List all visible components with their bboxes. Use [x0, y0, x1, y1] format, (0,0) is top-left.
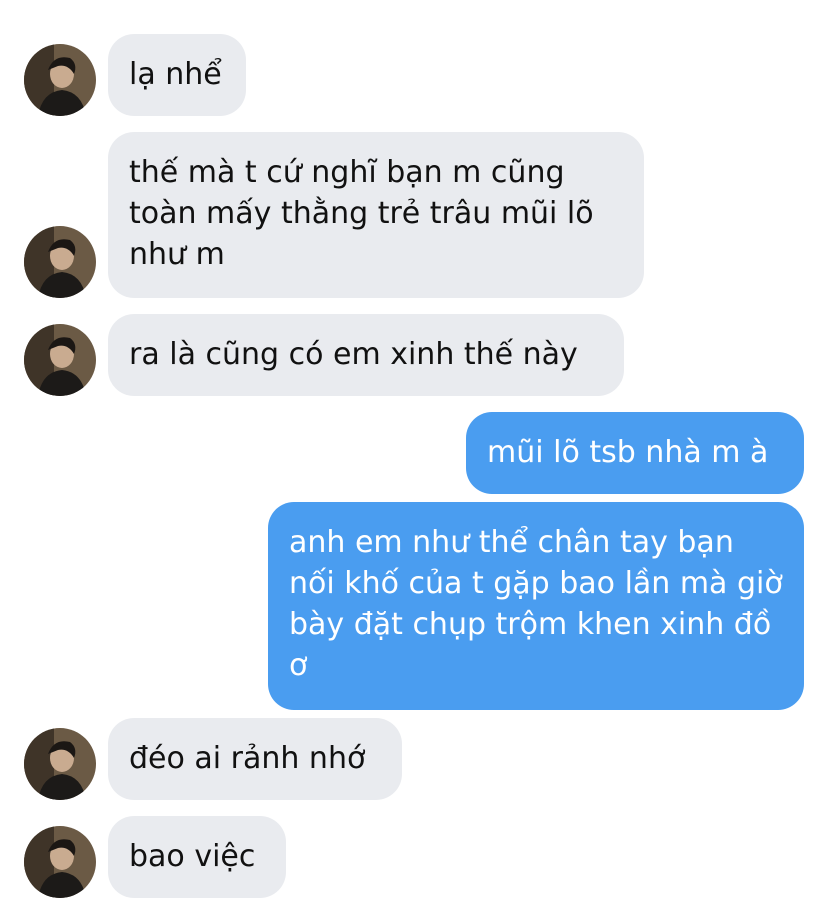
outgoing-message[interactable]: anh em như thể chân tay bạn nối khố của … [268, 502, 804, 710]
avatar-photo [24, 324, 96, 396]
contact-avatar[interactable] [24, 44, 96, 116]
incoming-message[interactable]: ra là cũng có em xinh thế này [108, 314, 624, 396]
chat-screen: { "conversation": { "messages": [ {"send… [0, 0, 828, 906]
avatar-photo [24, 728, 96, 800]
incoming-message[interactable]: lạ nhể [108, 34, 246, 116]
avatar-photo [24, 826, 96, 898]
contact-avatar[interactable] [24, 728, 96, 800]
outgoing-message[interactable]: mũi lõ tsb nhà m à [466, 412, 804, 494]
contact-avatar[interactable] [24, 324, 96, 396]
incoming-message[interactable]: bao việc [108, 816, 286, 898]
incoming-message[interactable]: đéo ai rảnh nhớ [108, 718, 402, 800]
avatar-photo [24, 44, 96, 116]
contact-avatar[interactable] [24, 826, 96, 898]
avatar-photo [24, 226, 96, 298]
contact-avatar[interactable] [24, 226, 96, 298]
incoming-message[interactable]: thế mà t cứ nghĩ bạn m cũng toàn mấy thằ… [108, 132, 644, 298]
